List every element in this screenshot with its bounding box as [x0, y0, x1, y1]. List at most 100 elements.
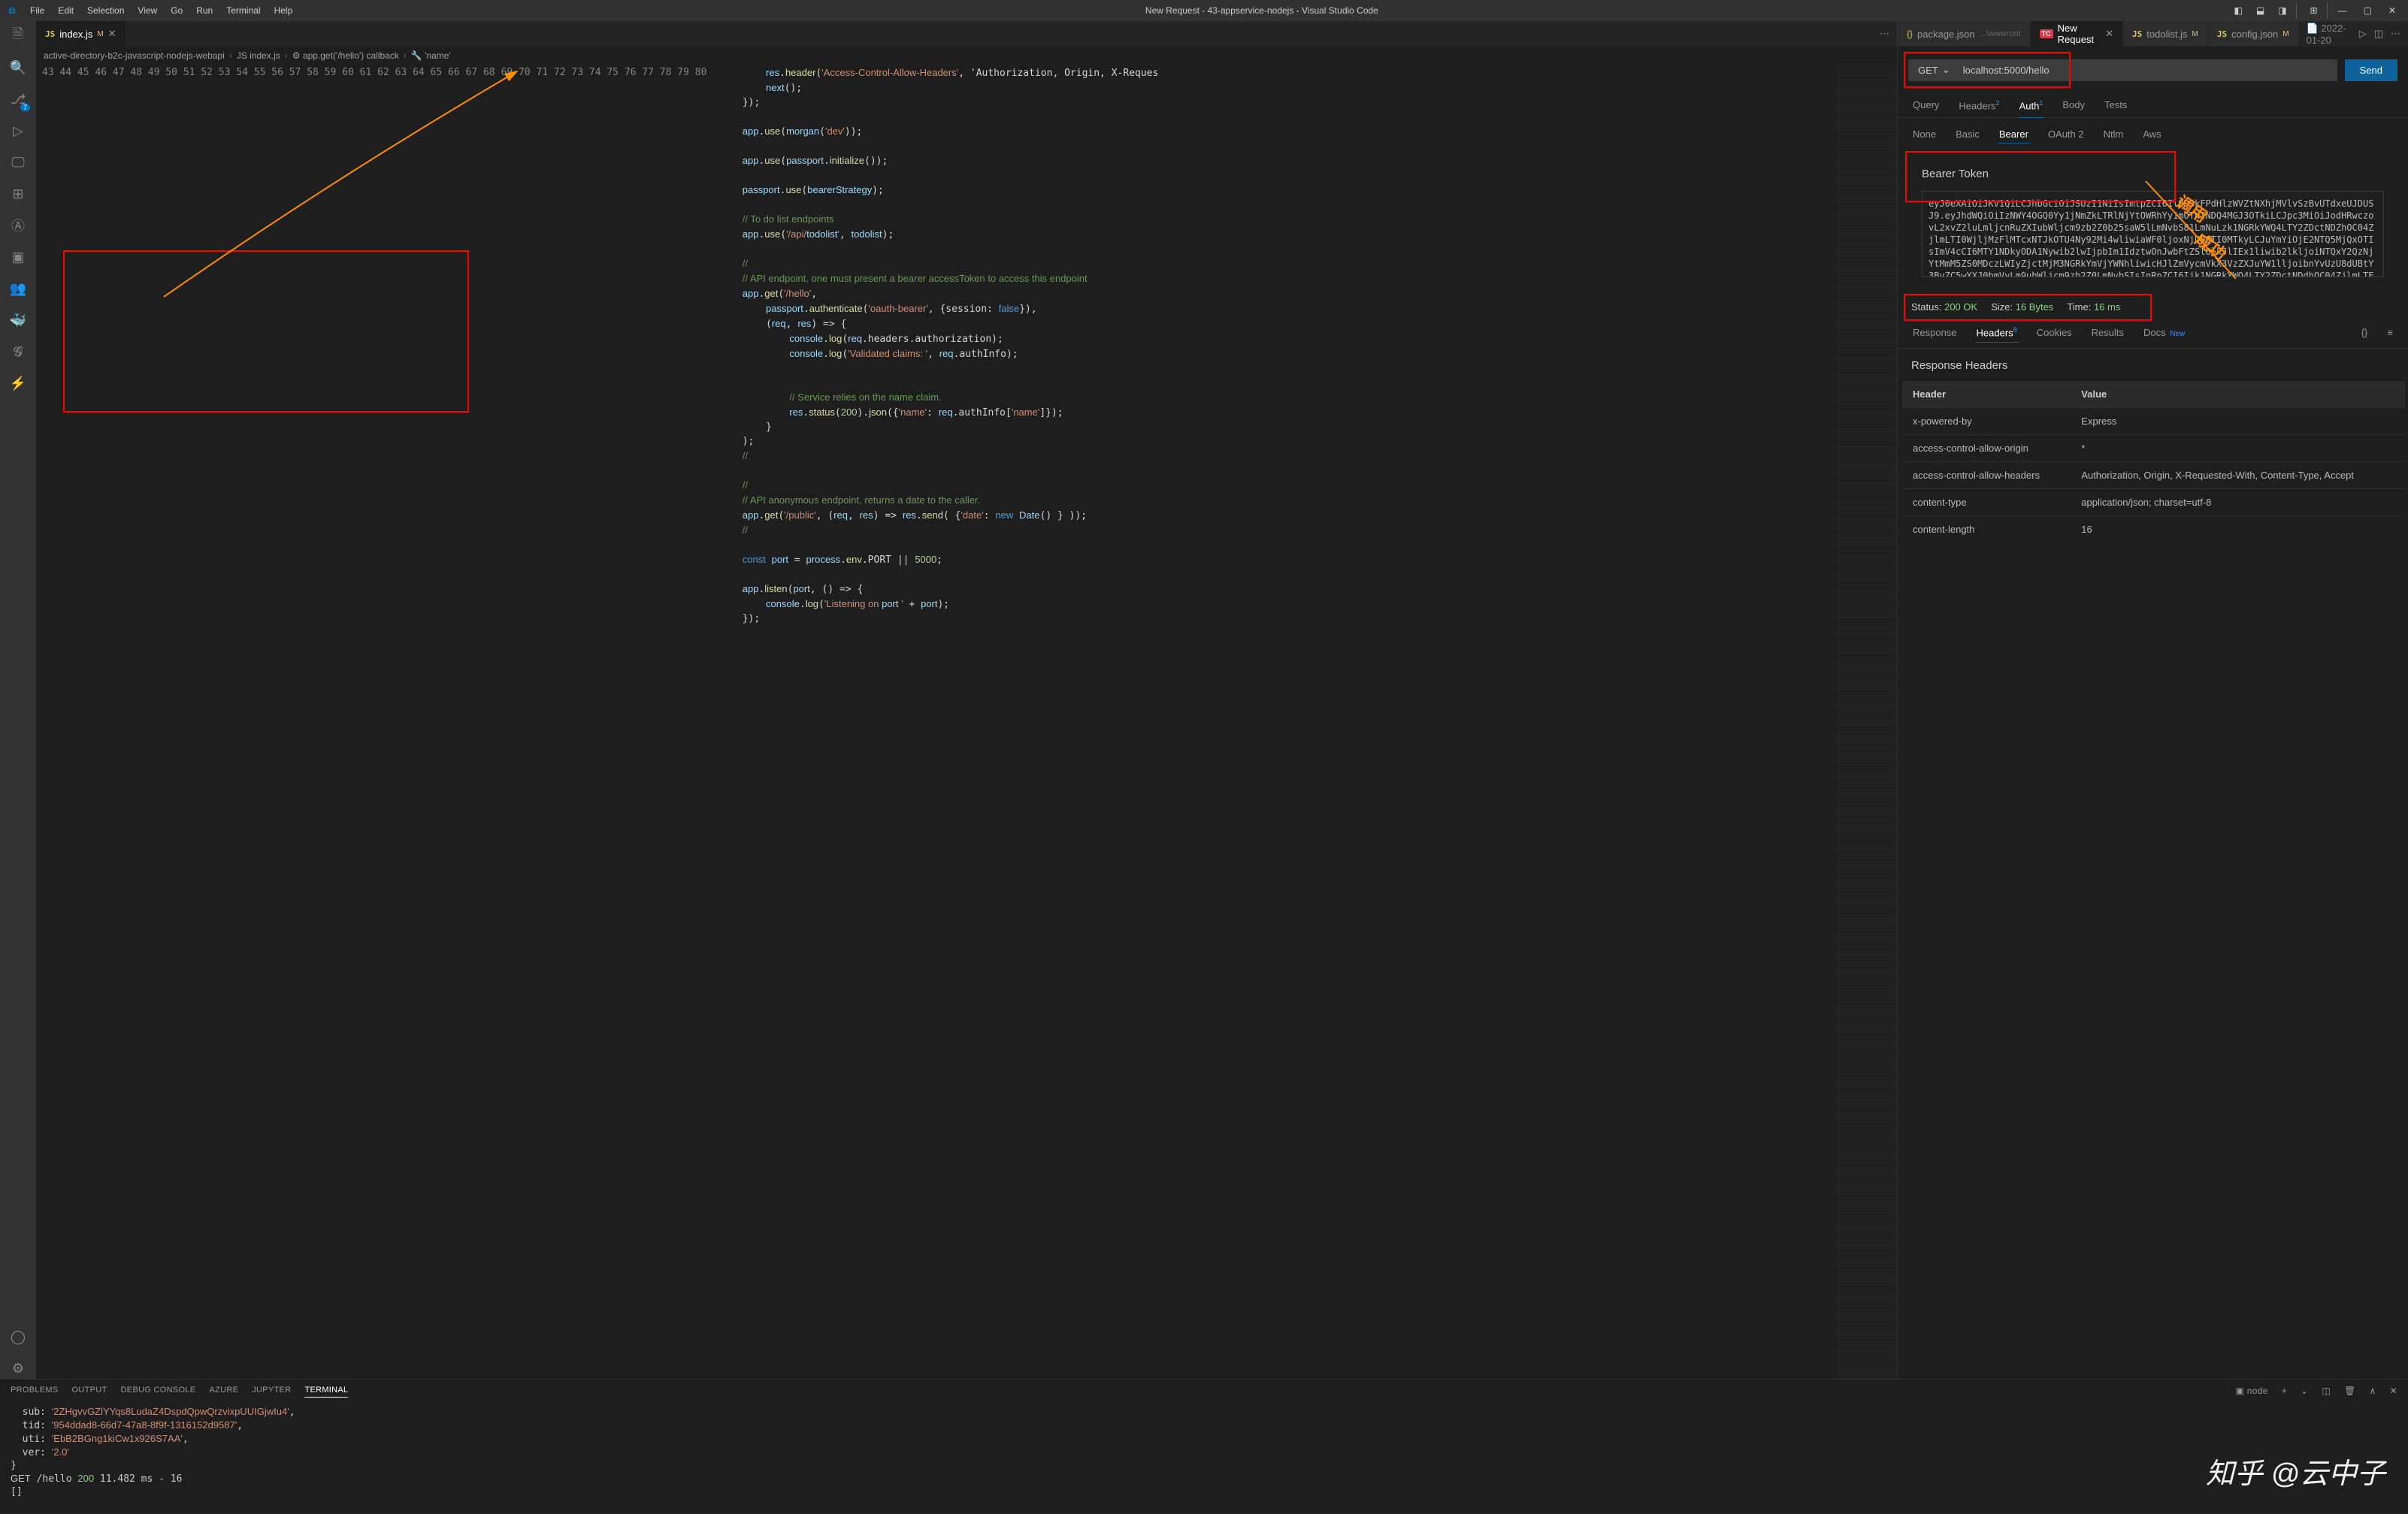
bearer-section: Bearer Token eyJ0eXAiOiJKV1QiLCJhbGciOiJ…: [1911, 157, 2394, 288]
resp-tab-results[interactable]: Results: [2090, 324, 2125, 341]
tab-config-json[interactable]: JS config.json M: [2208, 21, 2299, 47]
req-tab-auth[interactable]: Auth1: [2018, 93, 2045, 117]
run-icon[interactable]: ▷: [2359, 28, 2367, 40]
table-row: access-control-allow-origin*: [1902, 434, 2405, 461]
run-debug-icon[interactable]: ▷: [8, 120, 29, 141]
editor[interactable]: 43 44 45 46 47 48 49 50 51 52 53 54 55 5…: [36, 64, 1897, 1379]
menu-edit[interactable]: Edit: [52, 5, 80, 16]
tab-date: 📄 2022-01-20: [2307, 23, 2352, 46]
azure-icon[interactable]: Ⓐ: [8, 215, 29, 236]
tab-todolist-js[interactable]: JS todolist.js M: [2123, 21, 2208, 47]
menu-run[interactable]: Run: [190, 5, 219, 16]
menu-selection[interactable]: Selection: [81, 5, 130, 16]
resp-tab-docs[interactable]: Docs New: [2142, 324, 2188, 341]
auth-type-oauth2[interactable]: OAuth 2: [2046, 125, 2086, 144]
panel-tab-azure[interactable]: AZURE: [209, 1384, 238, 1398]
split-editor-icon[interactable]: ◫: [2374, 28, 2383, 40]
req-tab-headers[interactable]: Headers2: [1957, 93, 2001, 117]
terminal-select[interactable]: ▣ node: [2236, 1384, 2268, 1398]
editor-group-left: JS index.js M ✕ ⋯ active-directory-b2c-j…: [36, 21, 1897, 1379]
panel-tabs: PROBLEMS OUTPUT DEBUG CONSOLE AZURE JUPYTER T…: [0, 1380, 2408, 1402]
auth-type-basic[interactable]: Basic: [1954, 125, 1981, 144]
menu-view[interactable]: View: [132, 5, 163, 16]
table-header: Header: [1902, 381, 2071, 408]
search-icon[interactable]: 🔍: [8, 57, 29, 78]
source-control-icon[interactable]: ⎇7: [8, 89, 29, 110]
new-terminal-icon[interactable]: +: [2282, 1384, 2287, 1398]
layout-bottom-icon[interactable]: ⬓: [2250, 2, 2270, 19]
more-actions-icon[interactable]: ⋯: [2391, 28, 2400, 40]
menu-file[interactable]: File: [24, 5, 50, 16]
close-icon[interactable]: ✕: [108, 28, 116, 40]
layout-left-icon[interactable]: ◧: [2228, 2, 2249, 19]
panel-tab-jupyter[interactable]: JUPYTER: [252, 1384, 291, 1398]
menu-go[interactable]: Go: [165, 5, 189, 16]
resp-tab-headers[interactable]: Headers8: [1975, 323, 2019, 341]
gitlens-icon[interactable]: 𝓖: [8, 341, 29, 362]
breadcrumb-item[interactable]: 🔧 'name': [411, 50, 451, 61]
split-terminal-icon[interactable]: ◫: [2322, 1384, 2331, 1398]
teams-icon[interactable]: 👥: [8, 278, 29, 299]
auth-type-none[interactable]: None: [1911, 125, 1938, 144]
braces-icon[interactable]: {}: [2360, 324, 2370, 341]
maximize-icon[interactable]: ▢: [2358, 2, 2378, 19]
editor-tabs-right: {} package.json ...\wwwrootTC New Reques…: [1898, 21, 2408, 47]
remote-icon[interactable]: 🖵: [8, 152, 29, 173]
breadcrumb-item[interactable]: JS index.js: [237, 50, 280, 61]
console-icon[interactable]: ▣: [8, 246, 29, 267]
close-panel-icon[interactable]: ✕: [2390, 1384, 2397, 1398]
terminal-output[interactable]: sub: '2ZHgvvGZlYYqs8LudaZ4DspdQpwQrzvixp…: [0, 1402, 2408, 1514]
close-window-icon[interactable]: ✕: [2382, 2, 2402, 19]
bottom-panel: PROBLEMS OUTPUT DEBUG CONSOLE AZURE JUPYTER T…: [0, 1379, 2408, 1514]
table-row: access-control-allow-headersAuthorizatio…: [1902, 461, 2405, 488]
bearer-token-input[interactable]: eyJ0eXAiOiJKV1QiLCJhbGciOiJSUzI1NiIsImtp…: [1922, 191, 2384, 277]
tab-package-json[interactable]: {} package.json ...\wwwroot: [1898, 21, 2031, 47]
auth-type-tabs: None Basic Bearer OAuth 2 Ntlm Aws: [1898, 118, 2408, 151]
send-button[interactable]: Send: [2345, 59, 2397, 81]
auth-type-aws[interactable]: Aws: [2141, 125, 2162, 144]
panel-tab-problems[interactable]: PROBLEMS: [11, 1384, 59, 1398]
terminal-dropdown-icon[interactable]: ⌄: [2301, 1384, 2308, 1398]
request-section-tabs: Query Headers2 Auth1 Body Tests: [1898, 93, 2408, 118]
panel-tab-debug-console[interactable]: DEBUG CONSOLE: [121, 1384, 196, 1398]
kill-terminal-icon[interactable]: 🗑: [2344, 1384, 2356, 1398]
editor-tabs-left: JS index.js M ✕ ⋯: [36, 21, 1897, 47]
menu-icon[interactable]: ≡: [2385, 324, 2394, 341]
minimize-icon[interactable]: —: [2332, 2, 2353, 19]
auth-type-ntlm[interactable]: Ntlm: [2102, 125, 2125, 144]
extensions-icon[interactable]: ⊞: [8, 183, 29, 204]
req-tab-tests[interactable]: Tests: [2103, 93, 2128, 117]
http-method-select[interactable]: GET: [1908, 59, 1956, 81]
minimap[interactable]: [1837, 64, 1897, 1379]
breadcrumb-item[interactable]: ⚙ app.get('/hello') callback: [292, 50, 399, 61]
req-tab-query[interactable]: Query: [1911, 93, 1941, 117]
account-icon[interactable]: ◯: [8, 1326, 29, 1347]
url-input[interactable]: [1956, 59, 2337, 81]
req-tab-body[interactable]: Body: [2061, 93, 2086, 117]
menu-terminal[interactable]: Terminal: [220, 5, 266, 16]
layout-customize-icon[interactable]: ⊞: [2304, 2, 2324, 19]
panel-tab-output[interactable]: OUTPUT: [72, 1384, 107, 1398]
tab-index-js[interactable]: JS index.js M ✕: [36, 21, 126, 47]
tab-new-request[interactable]: TC New Request ✕: [2031, 21, 2123, 47]
breadcrumb[interactable]: active-directory-b2c-javascript-nodejs-w…: [36, 47, 1897, 64]
title-bar: ⧉ FileEditSelectionViewGoRunTerminalHelp…: [0, 0, 2408, 21]
auth-type-bearer[interactable]: Bearer: [1998, 125, 2030, 144]
docker-icon[interactable]: 🐳: [8, 310, 29, 331]
more-actions-icon[interactable]: ⋯: [1880, 28, 1889, 40]
editor-group-right: {} package.json ...\wwwrootTC New Reques…: [1897, 21, 2408, 1379]
explorer-icon[interactable]: 🗎: [8, 26, 29, 47]
thunder-icon[interactable]: ⚡: [8, 373, 29, 394]
title-bar-right: ◧ ⬓ ◨ ⊞ — ▢ ✕: [2225, 2, 2408, 19]
maximize-panel-icon[interactable]: ∧: [2370, 1384, 2376, 1398]
panel-tab-terminal[interactable]: TERMINAL: [304, 1384, 348, 1398]
table-row: x-powered-byExpress: [1902, 407, 2405, 434]
response-status-row: Status: 200 OK Size: 16 Bytes Time: 16 m…: [1898, 294, 2408, 320]
layout-right-icon[interactable]: ◨: [2272, 2, 2292, 19]
resp-tab-response[interactable]: Response: [1911, 324, 1959, 341]
settings-gear-icon[interactable]: ⚙: [8, 1358, 29, 1379]
menu-help[interactable]: Help: [268, 5, 299, 16]
breadcrumb-item[interactable]: active-directory-b2c-javascript-nodejs-w…: [44, 50, 225, 61]
close-icon[interactable]: ✕: [2105, 28, 2113, 40]
resp-tab-cookies[interactable]: Cookies: [2035, 324, 2074, 341]
